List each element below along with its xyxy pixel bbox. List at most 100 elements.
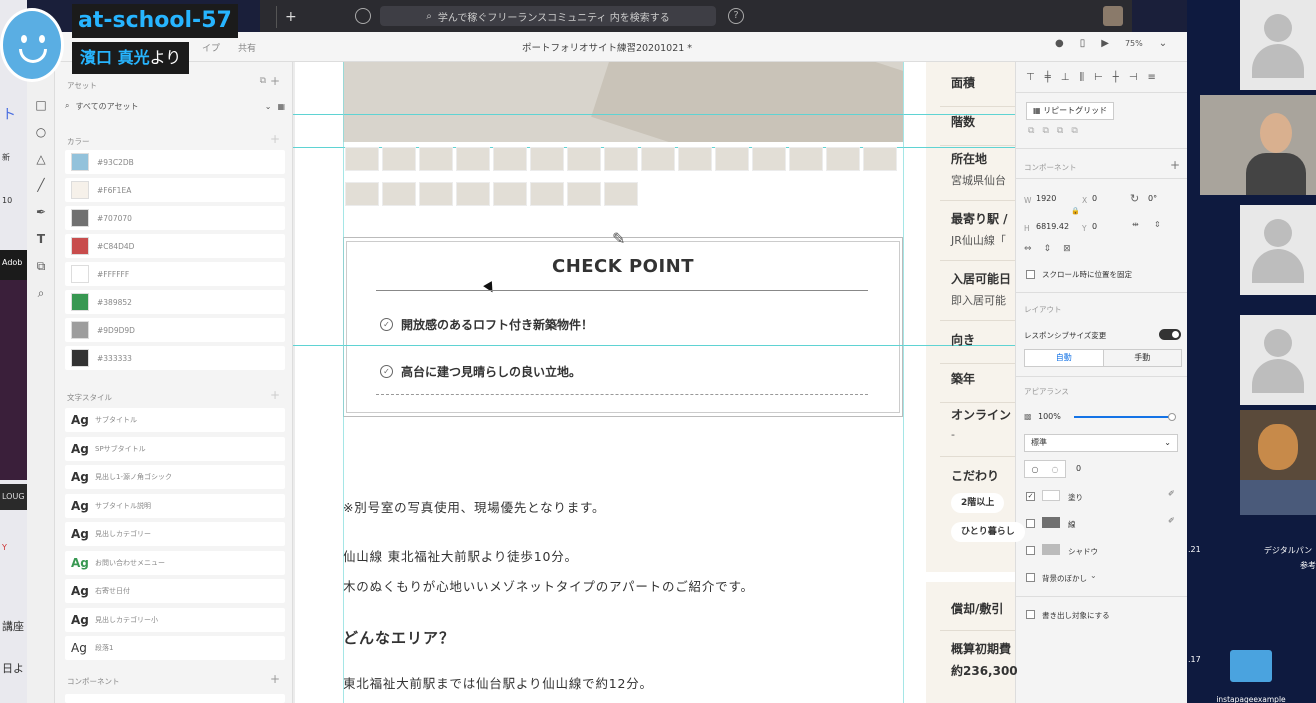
text-style-row[interactable]: Ag サブタイトル — [65, 408, 285, 432]
rectangle-tool-icon[interactable]: □ — [34, 98, 48, 112]
thumbnail-image[interactable] — [678, 147, 712, 171]
align-bottom-icon[interactable]: ⊥ — [1061, 72, 1070, 83]
flip-vertical-icon[interactable]: ⇕ — [1154, 220, 1161, 229]
thumbnail-image[interactable] — [456, 182, 490, 206]
fill-swatch[interactable] — [1042, 490, 1060, 501]
text-style-row[interactable]: Ag 段落1 — [65, 636, 285, 660]
thumbnail-image[interactable] — [604, 147, 638, 171]
export-checkbox[interactable] — [1026, 610, 1035, 619]
info-value[interactable]: 即入居可能 — [951, 292, 1006, 308]
thumbnail-image[interactable] — [530, 182, 564, 206]
zoom-participant-tile[interactable] — [1240, 0, 1316, 90]
x-input[interactable]: 0 — [1092, 194, 1097, 203]
width-input[interactable]: 1920 — [1036, 194, 1056, 203]
boolean-subtract-icon[interactable]: ⧉ — [1042, 126, 1048, 136]
check-item[interactable]: ✓ 高台に建つ見晴らしの良い立地。 — [380, 363, 581, 380]
document-title[interactable]: ポートフォリオサイト練習20201021 * — [27, 40, 1187, 54]
zoom-level[interactable]: 75% — [1125, 39, 1143, 48]
repeat-grid-button[interactable]: ▦ リピートグリッド — [1026, 102, 1115, 120]
share-user-icon[interactable]: ● — [1055, 38, 1064, 49]
grid-view-icon[interactable]: ▦ — [277, 102, 285, 111]
thumbnail-image[interactable] — [456, 147, 490, 171]
device-preview-icon[interactable]: ▯ — [1080, 38, 1086, 49]
info-value[interactable]: JR仙山線「 — [951, 232, 1006, 248]
text-style-row[interactable]: Ag 右寄せ日付 — [65, 579, 285, 603]
hero-photo[interactable] — [343, 62, 903, 142]
align-middle-icon[interactable]: ╪ — [1045, 72, 1051, 83]
folder-icon[interactable] — [1230, 650, 1272, 682]
fit-width-icon[interactable]: ⇔ — [1024, 244, 1032, 254]
add-text-style-icon[interactable]: + — [270, 388, 280, 402]
fill-checkbox[interactable]: ✓ — [1026, 492, 1035, 501]
thumbnail-image[interactable] — [715, 147, 749, 171]
artboard-tool-icon[interactable]: ⧉ — [34, 259, 48, 273]
info-label[interactable]: 最寄り駅 / — [951, 210, 1008, 227]
feature-tag[interactable]: ひとり暮らし — [951, 522, 1025, 542]
y-input[interactable]: 0 — [1092, 222, 1097, 231]
distribute-h-icon[interactable]: ≡ — [1148, 72, 1156, 83]
responsive-toggle[interactable] — [1159, 329, 1181, 340]
area-text[interactable]: 東北福祉大前駅までは仙台駅より仙山線で約12分。 — [343, 673, 653, 692]
thumbnail-image[interactable] — [604, 182, 638, 206]
component-row[interactable] — [65, 694, 285, 703]
manual-option[interactable]: 手動 — [1102, 350, 1182, 366]
add-asset-icon[interactable]: + — [270, 74, 280, 88]
zoom-participant-tile[interactable] — [1240, 205, 1316, 295]
border-checkbox[interactable] — [1026, 519, 1035, 528]
info-label[interactable]: 所在地 — [951, 150, 987, 167]
shadow-checkbox[interactable] — [1026, 546, 1035, 555]
color-swatch-row[interactable]: #9D9D9D — [65, 318, 285, 342]
color-swatch-row[interactable]: #333333 — [65, 346, 285, 370]
info-value[interactable]: 宮城県仙台 — [951, 172, 1006, 188]
align-right-icon[interactable]: ⊣ — [1129, 72, 1138, 83]
add-component-icon[interactable]: + — [1170, 158, 1180, 172]
thumbnail-image[interactable] — [567, 147, 601, 171]
opacity-value[interactable]: 100% — [1038, 412, 1061, 421]
shadow-swatch[interactable] — [1042, 544, 1060, 555]
thumbnail-image[interactable] — [345, 182, 379, 206]
thumbnail-image[interactable] — [493, 147, 527, 171]
thumbnail-image[interactable] — [419, 147, 453, 171]
boolean-add-icon[interactable]: ⧉ — [1028, 126, 1034, 136]
check-point-title[interactable]: CHECK POINT — [343, 256, 903, 277]
boolean-intersect-icon[interactable]: ⧉ — [1057, 126, 1063, 136]
fit-height-icon[interactable]: ⇕ — [1044, 244, 1052, 254]
boolean-exclude-icon[interactable]: ⧉ — [1071, 126, 1077, 136]
info-label[interactable]: 概算初期費 — [951, 640, 1011, 657]
asset-search-input[interactable]: ⌕ すべてのアセット ⌄ ▦ — [65, 98, 285, 114]
thumbnail-image[interactable] — [382, 147, 416, 171]
line-tool-icon[interactable]: ╱ — [34, 178, 48, 192]
flip-horizontal-icon[interactable]: ⇹ — [1132, 220, 1139, 229]
folder-label[interactable]: instapageexample — [1206, 695, 1296, 703]
align-top-icon[interactable]: ⊤ — [1026, 72, 1035, 83]
fix-scroll-checkbox[interactable] — [1026, 270, 1035, 279]
thumbnail-image[interactable] — [530, 147, 564, 171]
chevron-down-icon[interactable]: ⌄ — [1090, 571, 1097, 580]
chevron-down-icon[interactable]: ⌄ — [1159, 38, 1167, 49]
color-swatch-row[interactable]: #707070 — [65, 206, 285, 230]
intro-text[interactable]: 木のぬくもりが心地いいメゾネットタイプのアパートのご紹介です。 — [343, 576, 754, 595]
thumbnail-image[interactable] — [789, 147, 823, 171]
info-label[interactable]: 面積 — [951, 74, 975, 91]
lock-aspect-icon[interactable]: 🔒 — [1071, 207, 1080, 215]
text-style-row[interactable]: Ag 見出しカテゴリー小 — [65, 607, 285, 632]
info-value[interactable]: 約236,300 — [951, 662, 1018, 679]
user-avatar[interactable] — [1103, 6, 1123, 26]
info-label[interactable]: こだわり — [951, 467, 999, 484]
text-style-row[interactable]: Ag 見出しカテゴリー — [65, 522, 285, 546]
help-icon[interactable]: ? — [728, 8, 744, 24]
info-label[interactable]: 入居可能日 — [951, 270, 1011, 287]
text-style-row[interactable]: Ag お問い合わせメニュー — [65, 550, 285, 575]
bg-blur-checkbox[interactable] — [1026, 573, 1035, 582]
area-heading[interactable]: どんなエリア？ — [343, 627, 455, 648]
color-swatch-row[interactable]: #F6F1EA — [65, 178, 285, 202]
fit-content-icon[interactable]: ⊠ — [1063, 244, 1071, 254]
ellipse-tool-icon[interactable]: ○ — [34, 125, 48, 139]
access-text[interactable]: 仙山線 東北福祉大前駅より徒歩10分。 — [343, 546, 578, 565]
color-swatch-row[interactable]: #93C2DB — [65, 150, 285, 174]
opacity-slider[interactable] — [1074, 413, 1176, 421]
thumbnail-image[interactable] — [752, 147, 786, 171]
thumbnail-image[interactable] — [345, 147, 379, 171]
distribute-v-icon[interactable]: ⫼ — [1079, 72, 1084, 83]
corner-each-icon[interactable]: ◌ — [1052, 465, 1059, 474]
